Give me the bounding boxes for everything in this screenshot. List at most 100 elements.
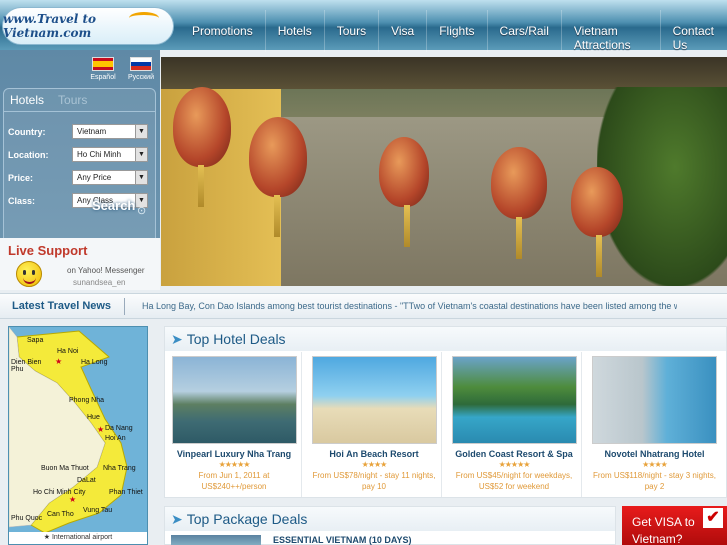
russia-flag-icon — [130, 57, 152, 71]
header-bar: www.Travel to Vietnam.com Promotions Hot… — [0, 0, 727, 52]
news-bar: Latest Travel News Ha Long Bay, Con Dao … — [0, 293, 727, 319]
language-spanish[interactable]: Español — [88, 57, 118, 81]
messenger-label: on Yahoo! Messenger — [67, 266, 145, 275]
country-row: Country: Vietnam ▼ — [4, 124, 155, 139]
spain-flag-icon — [92, 57, 114, 71]
class-label: Class: — [8, 195, 36, 206]
city-phan-thiet[interactable]: Phan Thiet — [109, 489, 143, 496]
price-value: Any Price — [77, 173, 112, 182]
city-ha-noi[interactable]: Ha Noi — [57, 348, 78, 355]
city-da-nang[interactable]: Da Nang — [105, 425, 133, 432]
hero-beam — [161, 57, 727, 89]
main-nav: Promotions Hotels Tours Visa Flights Car… — [180, 10, 727, 52]
lantern — [491, 147, 547, 259]
price-select[interactable]: Any Price ▼ — [72, 170, 148, 185]
city-phu-quoc[interactable]: Phu Quoc — [11, 515, 42, 522]
city-ho-chi-minh-city[interactable]: Ho Chi Minh City — [33, 489, 86, 496]
lantern — [379, 137, 429, 247]
city-dien-bien-phu[interactable]: Dien Bien Phu — [11, 359, 45, 373]
city-hue[interactable]: Hue — [87, 414, 100, 421]
hotel-stars: ★★★★★ — [498, 460, 531, 469]
chevron-down-icon: ▼ — [135, 148, 147, 161]
airport-star-icon: ★ — [97, 425, 105, 434]
search-button[interactable]: Search — [92, 198, 135, 213]
city-can-tho[interactable]: Can Tho — [47, 511, 74, 518]
map-legend: ★ International airport — [9, 532, 147, 544]
hotel-deals-title-text: Top Hotel Deals — [186, 331, 286, 347]
city-vung-tau[interactable]: Vung Tau — [83, 507, 112, 514]
language-label: Русский — [128, 74, 154, 81]
site-logo[interactable]: www.Travel to Vietnam.com — [2, 7, 174, 45]
hotel-name[interactable]: Vinpearl Luxury Nha Trang — [167, 449, 301, 459]
top-package-deals: ➤ Top Package Deals ESSENTIAL VIETNAM (10… — [164, 506, 616, 545]
search-tabs: Hotels Tours — [4, 89, 155, 112]
hotel-card[interactable]: Hoi An Beach Resort ★★★★ From US$78/nigh… — [307, 352, 442, 497]
hotel-price: From US$78/night - stay 11 nights, pay 1… — [312, 471, 436, 491]
visa-promo-text: Get VISA to Vietnam? — [632, 514, 695, 545]
price-row: Price: Any Price ▼ — [4, 170, 155, 185]
language-russian[interactable]: Русский — [126, 57, 156, 81]
hotel-name[interactable]: Hoi An Beach Resort — [307, 449, 441, 459]
nav-flights[interactable]: Flights — [426, 10, 486, 52]
package-deals-title: ➤ Top Package Deals — [171, 511, 307, 528]
location-select[interactable]: Ho Chi Minh ▼ — [72, 147, 148, 162]
airport-star-icon: ★ — [55, 357, 63, 366]
nav-tours[interactable]: Tours — [323, 10, 378, 52]
city-hoi-an[interactable]: Hoi An — [105, 435, 126, 442]
vietnam-map[interactable]: Sapa Ha Noi ★ Dien Bien Phu Ha Long Phon… — [8, 326, 148, 545]
live-support-title: Live Support — [8, 243, 88, 258]
hotel-photo[interactable] — [311, 356, 437, 444]
location-label: Location: — [8, 149, 49, 160]
nav-vietnam-attractions[interactable]: Vietnam Attractions — [560, 10, 660, 52]
hotel-name[interactable]: Golden Coast Resort & Spa — [447, 449, 581, 459]
hotel-photo[interactable] — [171, 356, 297, 444]
hotel-price: From Jun 1, 2011 at US$240++/person — [198, 471, 270, 491]
logo-swoosh-icon — [129, 12, 159, 24]
news-ticker[interactable]: Ha Long Bay, Con Dao Islands among best … — [142, 301, 677, 311]
hotel-stars: ★★★★ — [642, 460, 668, 469]
package-photo[interactable] — [171, 535, 261, 545]
tab-tours[interactable]: Tours — [58, 93, 87, 107]
city-dalat[interactable]: DaLat — [77, 477, 96, 484]
news-title: Latest Travel News — [12, 300, 112, 312]
nav-visa[interactable]: Visa — [378, 10, 426, 52]
live-support: Live Support on Yahoo! Messenger sunands… — [0, 238, 160, 290]
yahoo-smiley-icon[interactable] — [16, 261, 42, 287]
city-nha-trang[interactable]: Nha Trang — [103, 465, 136, 472]
hero-lanterns-image — [161, 57, 727, 286]
visa-promo-banner[interactable]: Get VISA to Vietnam? ✔ — [622, 506, 727, 545]
location-value: Ho Chi Minh — [77, 150, 122, 159]
country-value: Vietnam — [77, 127, 107, 136]
nav-contact-us[interactable]: Contact Us — [659, 10, 727, 52]
package-name[interactable]: ESSENTIAL VIETNAM (10 DAYS) — [273, 535, 412, 545]
lantern — [249, 117, 307, 237]
hotel-card[interactable]: Golden Coast Resort & Spa ★★★★★ From US$… — [447, 352, 582, 497]
city-buon-ma-thuot[interactable]: Buon Ma Thuot — [41, 465, 89, 472]
nav-cars-rail[interactable]: Cars/Rail — [486, 10, 561, 52]
city-phong-nha[interactable]: Phong Nha — [69, 397, 104, 404]
checkmark-icon: ✔ — [703, 508, 723, 528]
price-label: Price: — [8, 172, 34, 183]
hotel-name[interactable]: Novotel Nhatrang Hotel — [587, 449, 722, 459]
package-deals-title-text: Top Package Deals — [186, 511, 308, 527]
lantern — [571, 167, 623, 277]
news-divider — [124, 298, 125, 315]
city-sapa[interactable]: Sapa — [27, 337, 43, 344]
magnifier-icon: ⊙ — [137, 205, 147, 217]
hotel-photo[interactable] — [451, 356, 577, 444]
hotel-card[interactable]: Vinpearl Luxury Nha Trang ★★★★★ From Jun… — [167, 352, 302, 497]
nav-hotels[interactable]: Hotels — [264, 10, 324, 52]
tab-hotels[interactable]: Hotels — [10, 93, 44, 107]
hotel-price: From US$118/night - stay 3 nights, pay 2 — [592, 471, 717, 491]
country-select[interactable]: Vietnam ▼ — [72, 124, 148, 139]
hotel-stars: ★★★★ — [361, 460, 388, 469]
city-ha-long[interactable]: Ha Long — [81, 359, 107, 366]
support-username[interactable]: sunandsea_en — [73, 278, 126, 287]
hotel-photo[interactable] — [592, 356, 717, 444]
visa-line-2: Vietnam? — [632, 532, 683, 545]
nav-promotions[interactable]: Promotions — [180, 10, 265, 52]
hotel-price: From US$45/night for weekdays, US$52 for… — [455, 471, 573, 491]
hotel-card[interactable]: Novotel Nhatrang Hotel ★★★★ From US$118/… — [587, 352, 722, 497]
chevron-down-icon: ▼ — [135, 125, 147, 138]
chevron-down-icon: ▼ — [135, 171, 147, 184]
